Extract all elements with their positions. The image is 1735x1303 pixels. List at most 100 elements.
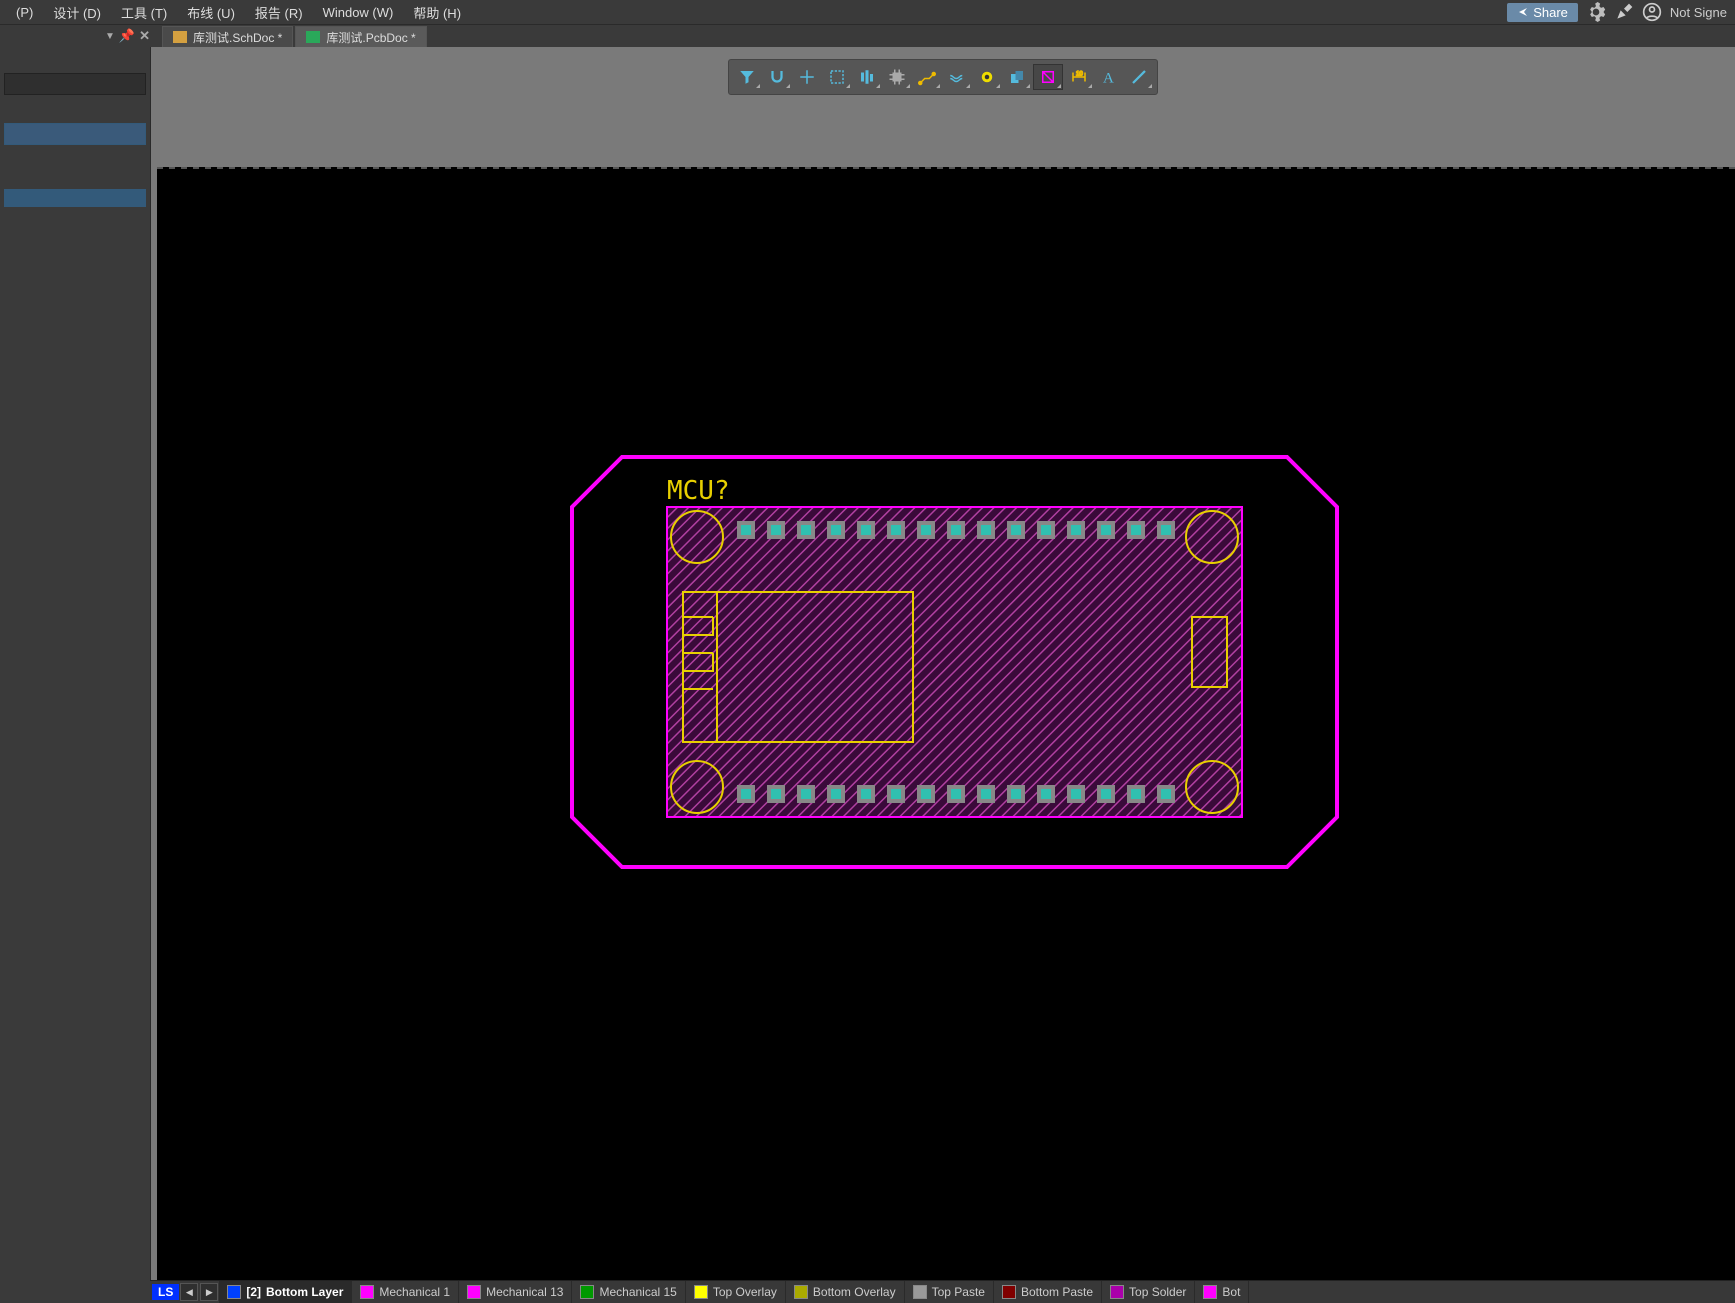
layer-name: Bottom Layer [266, 1285, 343, 1299]
settings-button[interactable] [1586, 2, 1606, 22]
layer-name: Bot [1222, 1285, 1240, 1299]
component-icon [888, 68, 906, 86]
pad [1037, 521, 1055, 539]
line-icon [1130, 68, 1148, 86]
tool-select-rect[interactable] [823, 65, 851, 89]
pad [797, 785, 815, 803]
user-button[interactable] [1642, 2, 1662, 22]
pad [737, 785, 755, 803]
tool-place-cross[interactable] [793, 65, 821, 89]
layer-swatch [794, 1285, 808, 1299]
close-icon[interactable]: ✕ [139, 28, 150, 44]
tab-pcbdoc[interactable]: 库测试.PcbDoc * [295, 26, 426, 47]
menu-design[interactable]: 设计 (D) [45, 1, 109, 24]
editor-canvas-wrap: 10 A MCU? [151, 47, 1735, 1282]
layer-next-button[interactable]: ▶ [200, 1283, 218, 1301]
tool-polygon[interactable] [1003, 65, 1031, 89]
pad [1127, 521, 1145, 539]
left-panel [0, 47, 151, 1282]
signin-label[interactable]: Not Signe [1670, 5, 1727, 20]
share-button[interactable]: Share [1507, 3, 1578, 22]
tool-line[interactable] [1125, 65, 1153, 89]
tool-diffpair[interactable] [943, 65, 971, 89]
layer-swatch [913, 1285, 927, 1299]
share-label: Share [1533, 5, 1568, 20]
brush-icon [1614, 2, 1634, 22]
panel-field-2[interactable] [4, 123, 146, 145]
panel-field-1[interactable] [4, 73, 146, 95]
pad [1007, 785, 1025, 803]
layer-item[interactable]: Top Overlay [686, 1281, 786, 1303]
layer-set-button[interactable]: LS [152, 1284, 179, 1300]
tool-fill[interactable] [1033, 64, 1063, 90]
layer-current[interactable]: [2] Bottom Layer [219, 1281, 352, 1303]
diff-pair-icon [948, 68, 966, 86]
pin-icon[interactable]: 📌 [119, 28, 135, 44]
crosshair-icon [798, 68, 816, 86]
pcb-toolbar: 10 A [728, 59, 1158, 95]
main-menubar: (P) 设计 (D) 工具 (T) 布线 (U) 报告 (R) Window (… [0, 0, 1735, 25]
layer-item[interactable]: Mechanical 15 [572, 1281, 685, 1303]
notifications-button[interactable] [1614, 2, 1634, 22]
layer-swatch [227, 1285, 241, 1299]
menu-p[interactable]: (P) [8, 3, 41, 22]
layer-item[interactable]: Top Paste [905, 1281, 994, 1303]
layer-name: Top Overlay [713, 1285, 777, 1299]
layer-item[interactable]: Bottom Paste [994, 1281, 1102, 1303]
pad [1097, 785, 1115, 803]
layer-swatch [467, 1285, 481, 1299]
chevron-down-icon[interactable]: ▼ [105, 31, 115, 42]
pad [947, 521, 965, 539]
panel-selected-item[interactable] [4, 189, 146, 207]
pad [917, 785, 935, 803]
tool-component[interactable] [883, 65, 911, 89]
layer-swatch [1002, 1285, 1016, 1299]
tool-via[interactable] [973, 65, 1001, 89]
menu-route[interactable]: 布线 (U) [179, 1, 243, 24]
share-icon [1517, 6, 1529, 18]
svg-text:10: 10 [1076, 72, 1083, 78]
layer-swatch [580, 1285, 594, 1299]
pad [917, 521, 935, 539]
tool-filter[interactable] [733, 65, 761, 89]
pad [887, 785, 905, 803]
pad [767, 785, 785, 803]
layer-name: Mechanical 15 [599, 1285, 676, 1299]
layer-item[interactable]: Mechanical 1 [352, 1281, 459, 1303]
pcb-viewport[interactable]: MCU? [157, 167, 1735, 1282]
pad [1097, 521, 1115, 539]
menu-report[interactable]: 报告 (R) [247, 1, 311, 24]
tool-text[interactable]: A [1095, 65, 1123, 89]
menu-tools[interactable]: 工具 (T) [113, 1, 175, 24]
schdoc-icon [173, 31, 187, 43]
text-icon: A [1100, 68, 1118, 86]
svg-text:A: A [1103, 70, 1114, 86]
tool-snap[interactable] [763, 65, 791, 89]
menu-help[interactable]: 帮助 (H) [405, 1, 469, 24]
tool-dimension[interactable]: 10 [1065, 65, 1093, 89]
layer-swatch [1110, 1285, 1124, 1299]
tool-route[interactable] [913, 65, 941, 89]
workspace: 10 A MCU? [0, 47, 1735, 1282]
select-rect-icon [828, 68, 846, 86]
layer-item[interactable]: Mechanical 13 [459, 1281, 572, 1303]
route-icon [918, 68, 936, 86]
layer-prev-button[interactable]: ◀ [180, 1283, 198, 1301]
layer-item[interactable]: Bot [1195, 1281, 1249, 1303]
layer-item[interactable]: Bottom Overlay [786, 1281, 905, 1303]
menu-window[interactable]: Window (W) [315, 3, 402, 22]
pad [1127, 785, 1145, 803]
layer-name: Bottom Paste [1021, 1285, 1093, 1299]
pad [1067, 785, 1085, 803]
pad-row-bottom [737, 785, 1175, 803]
layer-num: [2] [246, 1285, 261, 1299]
pad [797, 521, 815, 539]
tool-align[interactable] [853, 65, 881, 89]
pad [977, 785, 995, 803]
pad [1067, 521, 1085, 539]
pad [1157, 521, 1175, 539]
layer-item[interactable]: Top Solder [1102, 1281, 1195, 1303]
filter-icon [738, 68, 756, 86]
pad [977, 521, 995, 539]
tab-schdoc[interactable]: 库测试.SchDoc * [162, 26, 293, 47]
